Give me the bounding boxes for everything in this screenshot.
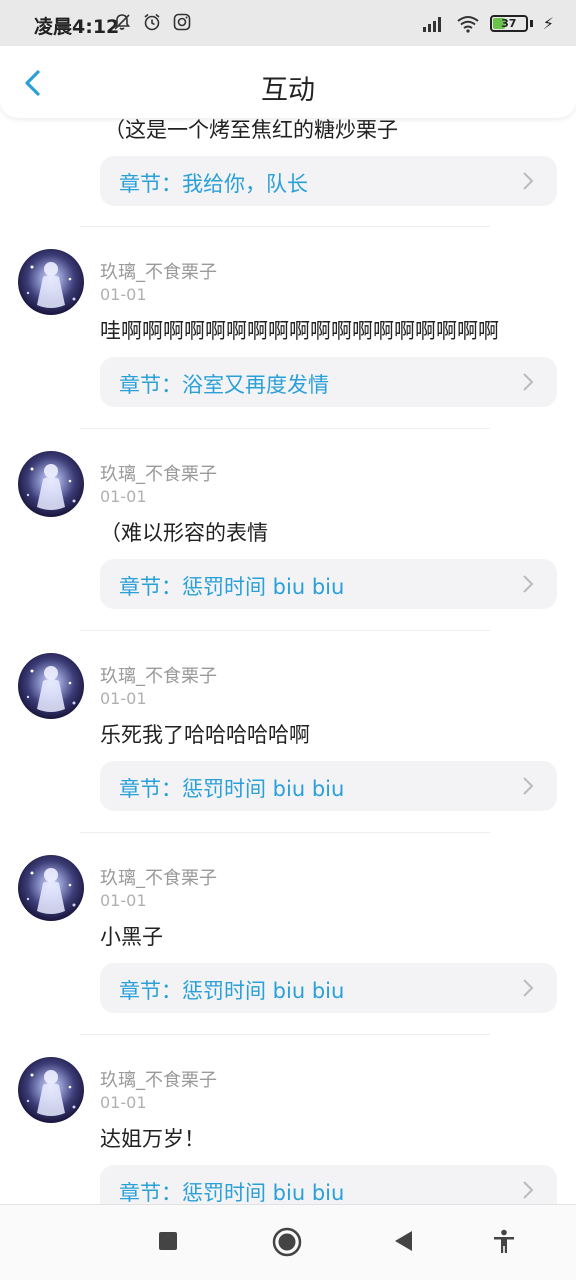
comment-date: 01-01: [100, 1093, 147, 1112]
battery-icon: 37: [489, 15, 528, 32]
divider: [80, 226, 490, 227]
avatar[interactable]: [18, 1057, 84, 1123]
comment-feed[interactable]: （这是一个烤至焦红的糖炒栗子 章节：我给你，队长 玖璃_不食栗子 01-01 哇…: [0, 118, 576, 1204]
instagram-icon: [173, 13, 191, 31]
system-nav-bar: [0, 1204, 576, 1280]
avatar[interactable]: [18, 249, 84, 315]
comment-date: 01-01: [100, 891, 147, 910]
wifi-icon: [457, 15, 479, 33]
chapter-link[interactable]: 章节：惩罚时间 biu biu: [100, 1165, 557, 1204]
chapter-label: 章节：惩罚时间 biu biu: [119, 979, 345, 1003]
comment-item: 玖璃_不食栗子 01-01 乐死我了哈哈哈哈哈啊 章节：惩罚时间 biu biu: [0, 651, 576, 851]
battery-level: 37: [501, 17, 517, 30]
avatar[interactable]: [18, 855, 84, 921]
home-button[interactable]: [272, 1227, 302, 1261]
username[interactable]: 玖璃_不食栗子: [100, 258, 217, 284]
comment-text-partial: （这是一个烤至焦红的糖炒栗子: [104, 118, 398, 142]
chevron-right-icon: [523, 172, 534, 190]
comment-item: 玖璃_不食栗子 01-01 哇啊啊啊啊啊啊啊啊啊啊啊啊啊啊啊啊啊啊 章节：浴室又…: [0, 247, 576, 447]
divider: [80, 832, 490, 833]
chapter-label: 章节：我给你，队长: [119, 172, 308, 196]
avatar-image: [26, 262, 76, 308]
battery-tip: [529, 20, 533, 27]
divider: [80, 428, 490, 429]
nav-back-button[interactable]: [392, 1229, 416, 1257]
comment-text: （难以形容的表情: [100, 521, 268, 545]
comment-date: 01-01: [100, 689, 147, 708]
username[interactable]: 玖璃_不食栗子: [100, 1066, 217, 1092]
chapter-label: 章节：惩罚时间 biu biu: [119, 777, 345, 801]
username[interactable]: 玖璃_不食栗子: [100, 460, 217, 486]
chapter-link[interactable]: 章节：浴室又再度发情: [100, 357, 557, 407]
signal-icon: [422, 16, 441, 32]
status-time: 凌晨4:12: [34, 16, 120, 38]
status-system-icons: 37 ⚡: [422, 14, 554, 33]
chevron-right-icon: [523, 979, 534, 997]
chapter-link[interactable]: 章节：我给你，队长: [100, 156, 557, 206]
recent-apps-button[interactable]: [156, 1229, 180, 1257]
avatar-image: [26, 666, 76, 712]
comment-item: 玖璃_不食栗子 01-01 达姐万岁！ 章节：惩罚时间 biu biu: [0, 1055, 576, 1204]
charging-icon: ⚡: [542, 14, 554, 33]
back-icon: [395, 1231, 412, 1251]
comment-date: 01-01: [100, 285, 147, 304]
home-icon: [272, 1227, 302, 1257]
divider: [80, 1034, 490, 1035]
comment-text: 哇啊啊啊啊啊啊啊啊啊啊啊啊啊啊啊啊啊啊: [100, 319, 499, 343]
username[interactable]: 玖璃_不食栗子: [100, 662, 217, 688]
divider: [80, 630, 490, 631]
comment-item: 玖璃_不食栗子 01-01 小黑子 章节：惩罚时间 biu biu: [0, 853, 576, 1053]
avatar[interactable]: [18, 451, 84, 517]
accessibility-icon: [494, 1229, 514, 1253]
avatar-image: [26, 1070, 76, 1116]
chevron-right-icon: [523, 777, 534, 795]
chapter-link[interactable]: 章节：惩罚时间 biu biu: [100, 963, 557, 1013]
chapter-label: 章节：惩罚时间 biu biu: [119, 575, 345, 599]
bell-off-icon: [113, 14, 131, 30]
status-notification-icons: [112, 12, 192, 32]
avatar[interactable]: [18, 653, 84, 719]
alarm-icon: [144, 13, 160, 31]
username[interactable]: 玖璃_不食栗子: [100, 864, 217, 890]
comment-date: 01-01: [100, 487, 147, 506]
comment-text: 达姐万岁！: [100, 1127, 205, 1151]
accessibility-button[interactable]: [492, 1229, 516, 1259]
comment-text: 乐死我了哈哈哈哈哈啊: [100, 723, 310, 747]
comment-text: 小黑子: [100, 925, 163, 949]
chevron-right-icon: [523, 1181, 534, 1199]
chapter-link[interactable]: 章节：惩罚时间 biu biu: [100, 559, 557, 609]
recent-apps-icon: [159, 1232, 177, 1250]
page-title: 互动: [261, 75, 315, 106]
chevron-right-icon: [523, 575, 534, 593]
app-header: 互动: [0, 46, 576, 118]
chapter-label: 章节：浴室又再度发情: [119, 373, 329, 397]
chapter-label: 章节：惩罚时间 biu biu: [119, 1181, 345, 1204]
comment-item: 玖璃_不食栗子 01-01 （难以形容的表情 章节：惩罚时间 biu biu: [0, 449, 576, 649]
avatar-image: [26, 868, 76, 914]
avatar-image: [26, 464, 76, 510]
chevron-right-icon: [523, 373, 534, 391]
status-bar: 凌晨4:12 37 ⚡: [0, 0, 576, 46]
chapter-link[interactable]: 章节：惩罚时间 biu biu: [100, 761, 557, 811]
